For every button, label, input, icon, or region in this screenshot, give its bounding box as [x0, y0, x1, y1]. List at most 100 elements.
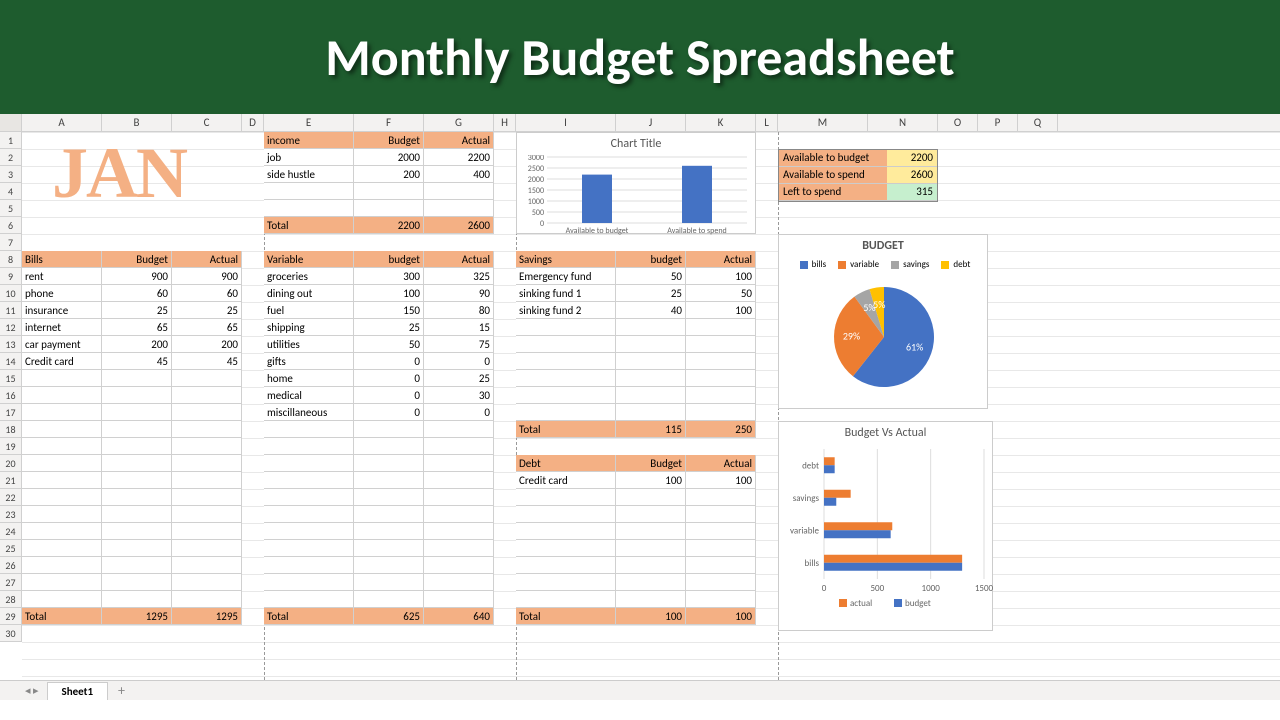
col-header[interactable]: H [494, 114, 516, 131]
cell[interactable]: 200 [354, 166, 424, 183]
cell[interactable] [22, 506, 102, 523]
chart-available[interactable]: Chart Title050010001500200025003000Avail… [516, 132, 756, 234]
cell[interactable]: 60 [172, 285, 242, 302]
cell[interactable] [686, 370, 756, 387]
cell[interactable] [102, 506, 172, 523]
cell[interactable] [616, 387, 686, 404]
cell[interactable] [424, 523, 494, 540]
cell[interactable] [22, 489, 102, 506]
cell[interactable] [22, 591, 102, 608]
cell[interactable]: utilities [264, 336, 354, 353]
cell[interactable] [516, 353, 616, 370]
cell[interactable] [172, 387, 242, 404]
cell[interactable] [686, 353, 756, 370]
cell[interactable]: 80 [424, 302, 494, 319]
row-header[interactable]: 5 [0, 200, 22, 217]
cell[interactable]: income [264, 132, 354, 149]
cell[interactable] [264, 200, 354, 217]
cell[interactable]: Budget [354, 132, 424, 149]
cell[interactable]: Variable [264, 251, 354, 268]
cell[interactable]: Total [22, 608, 102, 625]
cell[interactable] [516, 387, 616, 404]
cell[interactable] [172, 557, 242, 574]
cell[interactable]: 45 [102, 353, 172, 370]
cell[interactable]: Total [516, 421, 616, 438]
cell[interactable]: 90 [424, 285, 494, 302]
cell[interactable]: 640 [424, 608, 494, 625]
cell[interactable] [172, 455, 242, 472]
cell[interactable]: 115 [616, 421, 686, 438]
cell[interactable] [424, 574, 494, 591]
cell[interactable]: 1295 [102, 608, 172, 625]
cell[interactable]: Savings [516, 251, 616, 268]
cell[interactable] [686, 557, 756, 574]
row-header[interactable]: 4 [0, 183, 22, 200]
cell[interactable] [354, 489, 424, 506]
sheet-tab[interactable]: Sheet1 [47, 682, 109, 700]
cell[interactable]: 15 [424, 319, 494, 336]
cell[interactable]: 100 [686, 608, 756, 625]
cell[interactable] [354, 455, 424, 472]
cell[interactable] [616, 574, 686, 591]
row-header[interactable]: 11 [0, 302, 22, 319]
cell[interactable]: Budget [616, 455, 686, 472]
cell[interactable] [22, 557, 102, 574]
cell[interactable]: 900 [102, 268, 172, 285]
cell[interactable] [516, 557, 616, 574]
cell[interactable] [616, 370, 686, 387]
cell[interactable]: 900 [172, 268, 242, 285]
cell[interactable]: 100 [354, 285, 424, 302]
cell[interactable] [516, 336, 616, 353]
cell[interactable]: Actual [424, 132, 494, 149]
cell[interactable]: dining out [264, 285, 354, 302]
cell[interactable] [686, 404, 756, 421]
chart-budget-vs-actual[interactable]: Budget Vs Actual050010001500debtsavingsv… [778, 421, 993, 631]
cell[interactable] [22, 523, 102, 540]
cell[interactable]: sinking fund 2 [516, 302, 616, 319]
row-header[interactable]: 23 [0, 506, 22, 523]
cell[interactable]: 0 [424, 404, 494, 421]
select-all-corner[interactable] [0, 114, 22, 131]
row-header[interactable]: 25 [0, 540, 22, 557]
col-header[interactable]: J [616, 114, 686, 131]
cell[interactable]: 100 [686, 472, 756, 489]
cell[interactable] [354, 506, 424, 523]
cell[interactable] [616, 591, 686, 608]
row-header[interactable]: 15 [0, 370, 22, 387]
cell[interactable] [102, 574, 172, 591]
cell[interactable]: Bills [22, 251, 102, 268]
cell[interactable] [354, 557, 424, 574]
row-header[interactable]: 24 [0, 523, 22, 540]
cell[interactable]: Actual [686, 455, 756, 472]
cell[interactable]: home [264, 370, 354, 387]
cell[interactable] [22, 438, 102, 455]
cell[interactable] [686, 574, 756, 591]
col-header[interactable]: C [172, 114, 242, 131]
cell[interactable] [172, 438, 242, 455]
cell[interactable] [686, 540, 756, 557]
row-header[interactable]: 14 [0, 353, 22, 370]
cell[interactable]: 50 [616, 268, 686, 285]
row-header[interactable]: 8 [0, 251, 22, 268]
cell[interactable] [264, 574, 354, 591]
cell[interactable]: Actual [424, 251, 494, 268]
col-header[interactable]: A [22, 114, 102, 131]
cell[interactable] [424, 200, 494, 217]
cell[interactable] [102, 523, 172, 540]
cell[interactable] [264, 506, 354, 523]
cell[interactable]: Actual [686, 251, 756, 268]
cell[interactable] [516, 404, 616, 421]
cell[interactable] [354, 438, 424, 455]
cell[interactable] [172, 506, 242, 523]
cell[interactable]: internet [22, 319, 102, 336]
cell[interactable]: 60 [102, 285, 172, 302]
cell[interactable]: 25 [424, 370, 494, 387]
cell[interactable] [686, 336, 756, 353]
cell[interactable] [424, 506, 494, 523]
cell[interactable]: 25 [102, 302, 172, 319]
cell[interactable] [102, 404, 172, 421]
col-header[interactable]: D [242, 114, 264, 131]
col-header[interactable]: L [756, 114, 778, 131]
col-header[interactable]: F [354, 114, 424, 131]
cell[interactable] [354, 183, 424, 200]
